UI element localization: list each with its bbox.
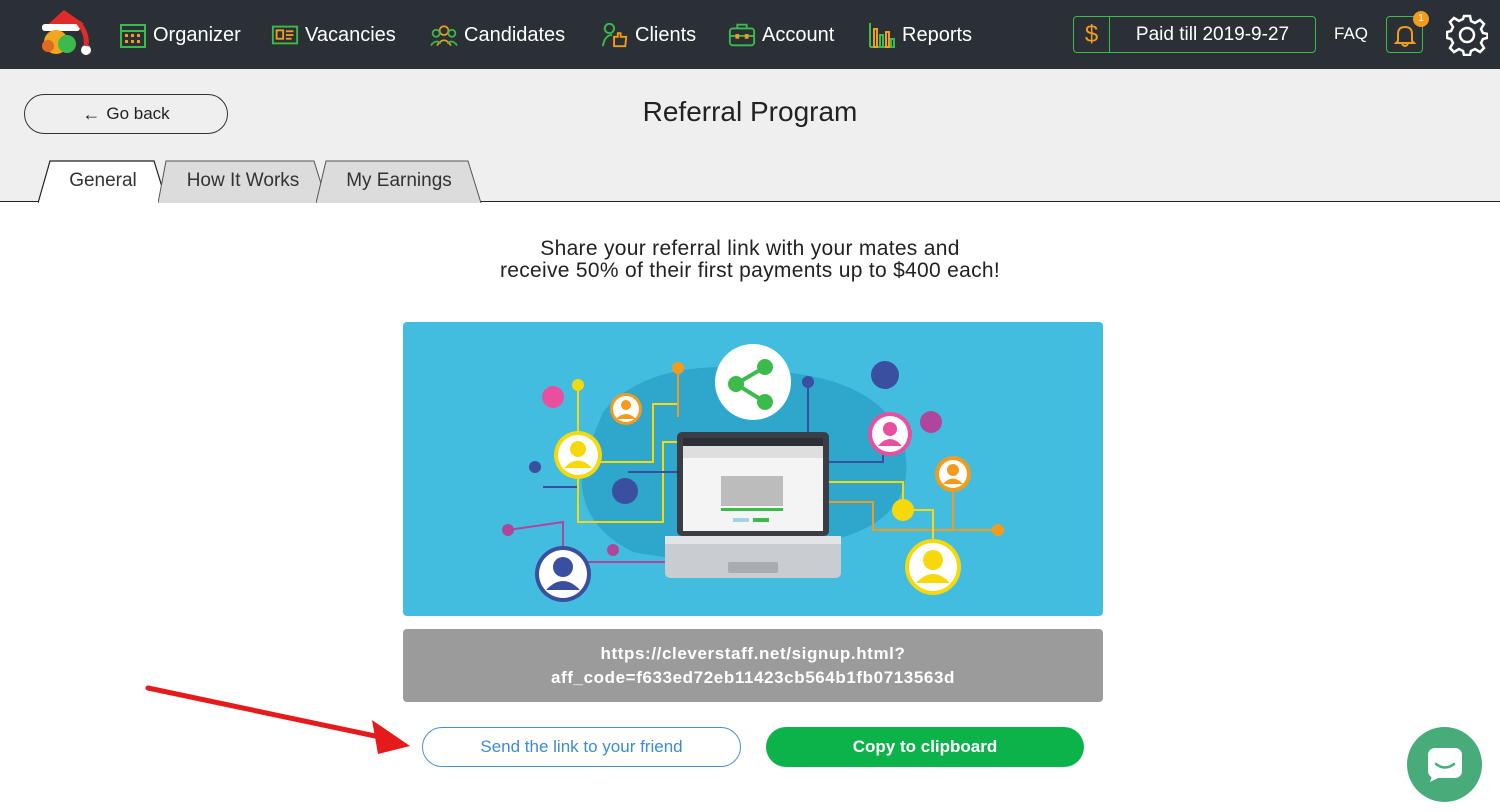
paid-till-label: Paid till 2019-9-27 — [1135, 23, 1290, 45]
tab-label: General — [69, 170, 137, 191]
calendar-icon — [120, 24, 146, 48]
headline-line-1: Share your referral link with your mates… — [540, 237, 960, 260]
page-title: Referral Program — [642, 96, 858, 127]
referral-link-box[interactable]: https://cleverstaff.net/signup.html? aff… — [403, 629, 1103, 702]
chat-icon — [1427, 747, 1462, 782]
nav-reports[interactable]: Reports — [868, 20, 972, 50]
nav-clients[interactable]: Clients — [601, 20, 696, 50]
dollar-icon: $ — [1074, 17, 1110, 52]
gear-icon[interactable] — [1446, 14, 1488, 56]
nav-label: Candidates — [464, 23, 566, 46]
nav-label: Account — [762, 23, 835, 46]
people-group-icon — [430, 25, 458, 47]
send-link-button[interactable]: Send the link to your friend — [422, 727, 741, 767]
referral-link-line-2: aff_code=f633ed72eb11423cb564b1fb0713563… — [550, 667, 956, 687]
tab-label: How It Works — [186, 170, 300, 191]
nav-vacancies[interactable]: Vacancies — [271, 20, 396, 50]
top-navbar: Organizer Vacancies Candidates Clients A… — [0, 0, 1500, 69]
nav-label: Vacancies — [305, 23, 396, 46]
bar-chart-icon — [869, 23, 895, 48]
paid-till-badge[interactable]: $ Paid till 2019-9-27 — [1073, 16, 1316, 53]
nav-label: Reports — [902, 23, 973, 46]
nav-account[interactable]: Account — [728, 20, 834, 50]
client-handshake-icon — [601, 22, 628, 48]
red-arrow-annotation — [145, 685, 410, 754]
copy-to-clipboard-button[interactable]: Copy to clipboard — [766, 727, 1084, 767]
headline-line-2: receive 50% of their first payments up t… — [499, 259, 1001, 282]
referral-headline: Share your referral link with your mates… — [0, 238, 1500, 282]
tab-general[interactable]: General — [38, 160, 168, 203]
nav-label: Clients — [635, 23, 697, 46]
nav-organizer[interactable]: Organizer — [119, 20, 241, 50]
chat-widget-button[interactable] — [1407, 727, 1482, 802]
notification-count-badge: 1 — [1413, 11, 1429, 27]
vacancies-card-icon — [271, 25, 299, 45]
tab-label: My Earnings — [346, 170, 452, 191]
faq-link[interactable]: FAQ — [1334, 24, 1368, 44]
tab-how-it-works[interactable]: How It Works — [158, 160, 328, 203]
nav-label: Organizer — [153, 23, 241, 46]
page-header: ← Go back Referral Program General How I… — [0, 69, 1500, 203]
tab-my-earnings[interactable]: My Earnings — [316, 160, 482, 203]
briefcase-icon — [728, 23, 756, 47]
referral-link-line-1: https://cleverstaff.net/signup.html? — [600, 643, 906, 663]
nav-candidates[interactable]: Candidates — [430, 20, 565, 50]
bell-icon — [1393, 25, 1416, 47]
referral-illustration — [403, 322, 1103, 616]
logo-icon[interactable] — [34, 6, 92, 56]
